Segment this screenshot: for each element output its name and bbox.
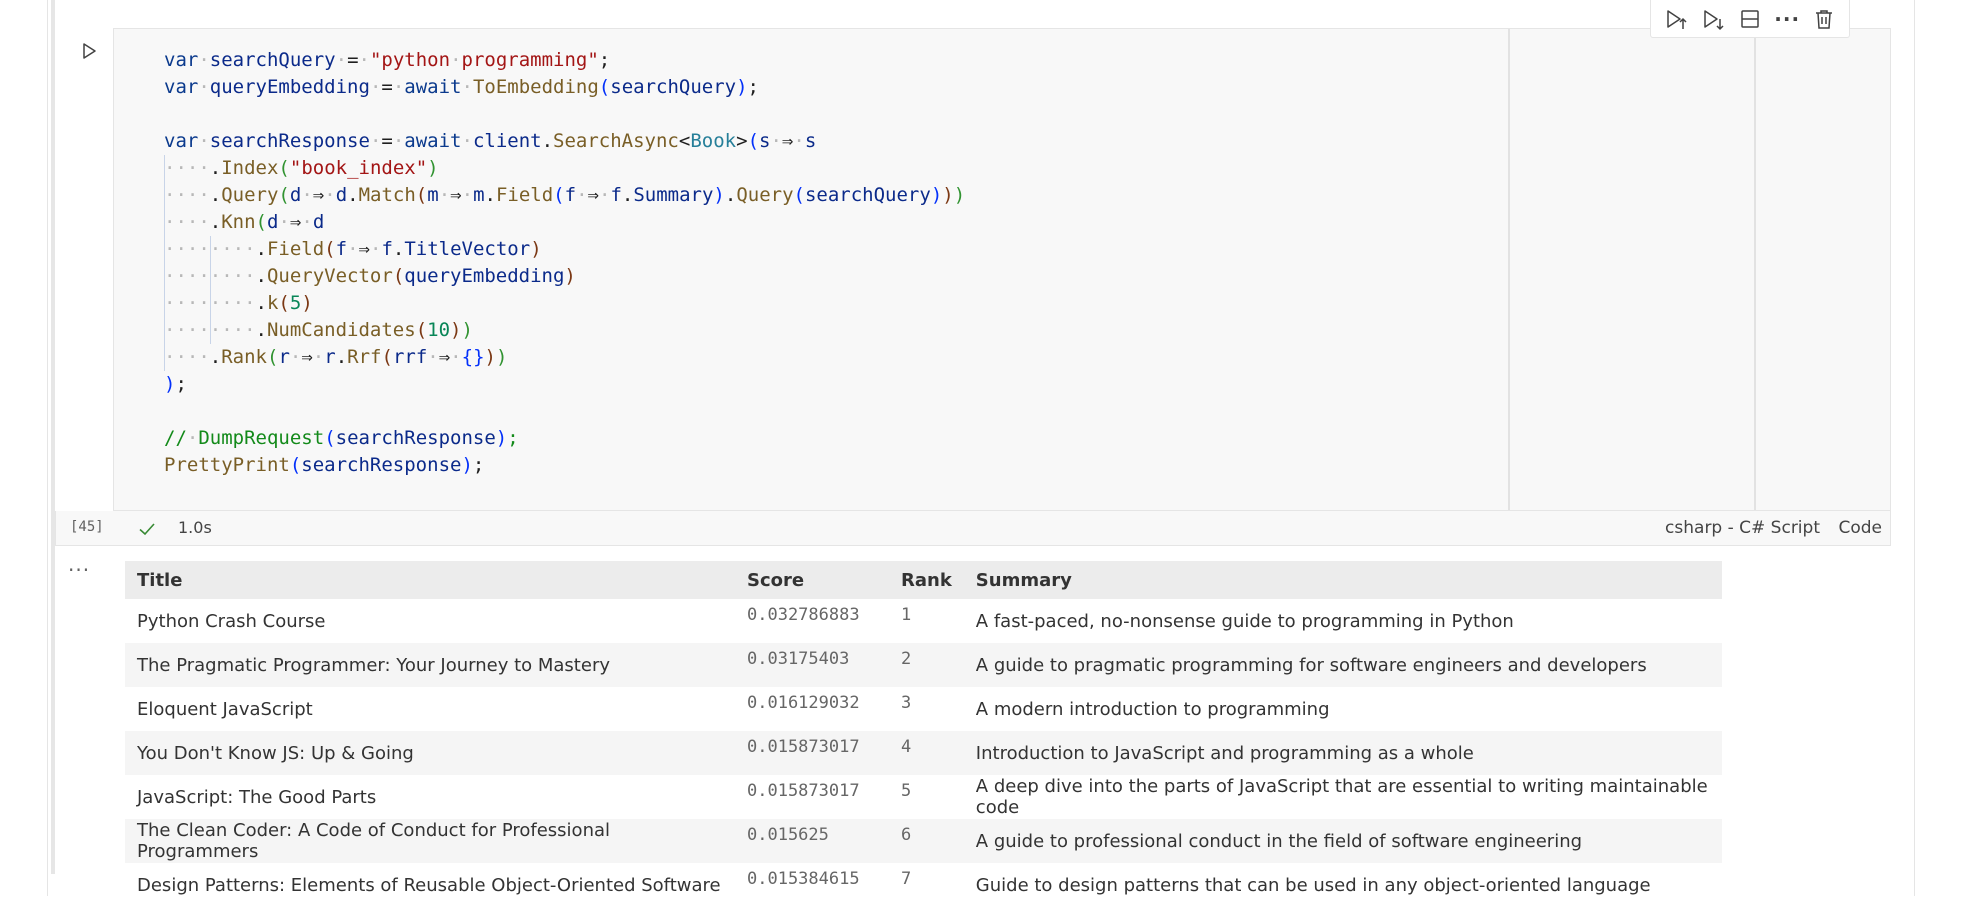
- table-row: JavaScript: The Good Parts 0.015873017 5…: [125, 775, 1722, 819]
- cell-kind-toggle[interactable]: Code: [1838, 518, 1882, 538]
- split-cell-icon: [1741, 9, 1759, 28]
- page-border-right: [1914, 0, 1915, 896]
- code-line-9: ········.QueryVector(queryEmbedding): [164, 263, 965, 290]
- cell-rank: 2: [889, 643, 964, 687]
- cell-title: Eloquent JavaScript: [137, 698, 313, 720]
- code-line-13: );: [164, 373, 187, 395]
- code-line-2: var·queryEmbedding·=·await·ToEmbedding(s…: [164, 76, 759, 98]
- cell-score: 0.015873017: [735, 731, 889, 775]
- cell-rank: 4: [889, 731, 964, 775]
- results-table: Title Score Rank Summary Python Crash Co…: [125, 561, 1722, 907]
- check-icon: [139, 523, 155, 536]
- cell-summary: A modern introduction to programming: [975, 698, 1330, 720]
- cell-title: You Don't Know JS: Up & Going: [125, 731, 735, 775]
- table-row: Python Crash Course 0.032786883 1 A fast…: [125, 599, 1722, 643]
- cell-title: The Clean Coder: A Code of Conduct for P…: [125, 819, 735, 863]
- code-line-10: ········.k(5): [164, 290, 965, 317]
- cell-status-bar: [45] 1.0s csharp - C# Script Code: [55, 511, 1891, 546]
- code-line-15: //·DumpRequest(searchResponse);: [164, 427, 519, 449]
- code-line-6: ····.Query(d·⇒·d.Match(m·⇒·m.Field(f·⇒·f…: [164, 182, 965, 209]
- code-line-1: var·searchQuery·=·"python·programming";: [164, 49, 611, 71]
- table-row: The Pragmatic Programmer: Your Journey t…: [125, 643, 1722, 687]
- execution-duration: 1.0s: [178, 518, 212, 537]
- code-editor[interactable]: var·searchQuery·=·"python·programming"; v…: [113, 28, 1891, 511]
- cell-focus-indicator: [51, 0, 55, 874]
- cell-language-picker[interactable]: csharp - C# Script: [1665, 518, 1820, 538]
- run-below-icon: [1704, 9, 1724, 30]
- cell-score: 0.015384615: [747, 869, 860, 889]
- cell-score: 0.016129032: [747, 693, 860, 713]
- column-header-title: Title: [125, 561, 735, 599]
- page-border-left: [47, 0, 48, 896]
- column-header-rank: Rank: [889, 561, 964, 599]
- editor-scrollbar-track[interactable]: [1754, 29, 1756, 510]
- cell-rank: 3: [901, 693, 912, 713]
- run-above-icon: [1666, 9, 1687, 29]
- table-row: The Clean Coder: A Code of Conduct for P…: [125, 819, 1722, 863]
- cell-title: Python Crash Course: [137, 610, 326, 632]
- code-content[interactable]: var·searchQuery·=·"python·programming"; v…: [164, 47, 965, 479]
- cell-score: 0.015873017: [747, 781, 860, 801]
- cell-summary: A fast-paced, no-nonsense guide to progr…: [975, 610, 1514, 632]
- cell-summary: A guide to pragmatic programming for sof…: [963, 643, 1722, 687]
- trash-icon: [1816, 9, 1833, 29]
- cell-title: Design Patterns: Elements of Reusable Ob…: [137, 874, 721, 896]
- column-header-score: Score: [735, 561, 889, 599]
- code-line-7: ····.Knn(d·⇒·d: [164, 209, 965, 236]
- code-line-16: PrettyPrint(searchResponse);: [164, 454, 485, 476]
- run-cell-button[interactable]: [74, 36, 104, 66]
- output-more-actions[interactable]: ···: [68, 558, 90, 582]
- cell-score: 0.03175403: [735, 643, 889, 687]
- column-header-summary: Summary: [963, 561, 1722, 599]
- table-header-row: Title Score Rank Summary: [125, 561, 1722, 599]
- more-actions-button[interactable]: ···: [1772, 4, 1802, 34]
- code-line-11: ········.NumCandidates(10)): [164, 317, 965, 344]
- table-row: You Don't Know JS: Up & Going 0.01587301…: [125, 731, 1722, 775]
- cell-rank: 5: [901, 781, 912, 801]
- run-below-button[interactable]: [1698, 4, 1728, 34]
- cell-score: 0.015625: [735, 819, 889, 863]
- cell-rank: 7: [901, 869, 912, 889]
- execution-count: [45]: [70, 519, 104, 535]
- more-icon: ···: [1774, 6, 1801, 31]
- cell-rank: 1: [901, 605, 912, 625]
- run-above-button[interactable]: [1661, 4, 1691, 34]
- cell-rank: 6: [889, 819, 964, 863]
- cell-score: 0.032786883: [747, 605, 860, 625]
- code-line-5: ····.Index("book_index"): [164, 155, 965, 182]
- cell-summary: Introduction to JavaScript and programmi…: [963, 731, 1722, 775]
- cell-summary: A deep dive into the parts of JavaScript…: [975, 776, 1708, 818]
- table-row: Eloquent JavaScript 0.016129032 3 A mode…: [125, 687, 1722, 731]
- split-cell-button[interactable]: [1735, 4, 1765, 34]
- editor-ruler: [1508, 29, 1510, 510]
- cell-summary: A guide to professional conduct in the f…: [963, 819, 1722, 863]
- cell-title: The Pragmatic Programmer: Your Journey t…: [125, 643, 735, 687]
- code-line-8: ········.Field(f·⇒·f.TitleVector): [164, 236, 965, 263]
- delete-cell-button[interactable]: [1809, 4, 1839, 34]
- cell-toolbar: ···: [1650, 0, 1850, 38]
- cell-title: JavaScript: The Good Parts: [137, 786, 377, 808]
- code-line-12: ····.Rank(r·⇒·r.Rrf(rrf·⇒·{})): [164, 344, 965, 371]
- play-icon: [83, 43, 96, 59]
- cell-summary: Guide to design patterns that can be use…: [975, 874, 1651, 896]
- table-row: Design Patterns: Elements of Reusable Ob…: [125, 863, 1722, 907]
- code-line-4: var·searchResponse·=·await·client.Search…: [164, 130, 817, 152]
